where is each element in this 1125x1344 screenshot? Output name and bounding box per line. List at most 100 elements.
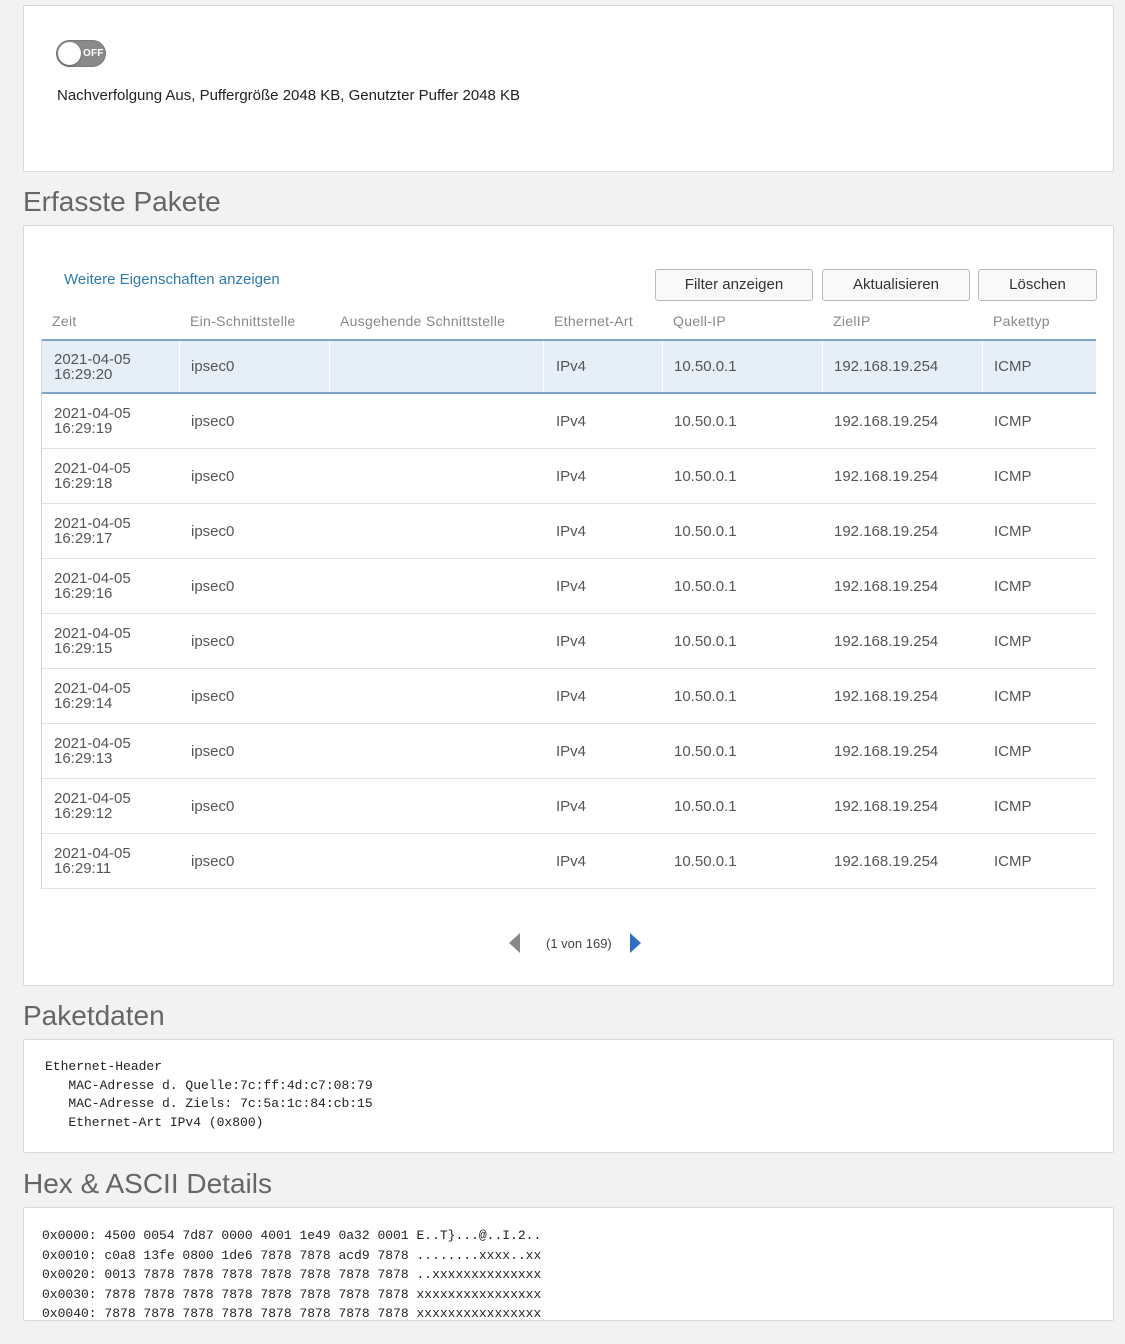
cell-ethernet-type: IPv4 [556,358,587,375]
column-separator [662,394,663,448]
column-separator [982,341,983,392]
column-header-packet-type[interactable]: Pakettyp [993,313,1050,329]
cell-ethernet-type: IPv4 [556,522,587,540]
table-row[interactable]: 2021-04-05 16:29:19 ipsec0 IPv4 10.50.0.1 192… [42,394,1096,449]
cell-time: 2021-04-05 16:29:15 [54,614,131,668]
trace-toggle[interactable]: OFF [56,40,106,67]
column-separator [662,669,663,723]
hex-line: 0x0020: 0013 7878 7878 7878 7878 7878 78… [42,1267,542,1283]
column-separator [543,394,544,448]
packet-data-line: MAC-Adresse d. Ziels: 7c:5a:1c:84:cb:15 [45,1096,373,1111]
refresh-button[interactable]: Aktualisieren [822,269,970,301]
column-separator [329,724,330,778]
column-separator [543,724,544,778]
column-separator [179,724,180,778]
column-separator [543,559,544,613]
column-separator [822,394,823,448]
hex-ascii-title: Hex & ASCII Details [23,1168,272,1199]
cell-packet-type: ICMP [994,467,1032,485]
page-indicator: (1 von 169) [546,935,612,951]
column-header-time[interactable]: Zeit [52,313,77,329]
table-header: Zeit Ein-Schnittstelle Ausgehende Schnit… [41,306,1096,339]
packet-data-text: Ethernet-Header MAC-Adresse d. Quelle:7c… [45,1058,373,1132]
cell-ethernet-type: IPv4 [556,412,587,430]
cell-clock: 16:29:20 [54,365,113,383]
cell-date: 2021-04-05 [54,790,131,807]
show-filter-button[interactable]: Filter anzeigen [655,269,813,301]
delete-button[interactable]: Löschen [978,269,1097,301]
cell-ethernet-type: IPv4 [556,852,587,870]
more-properties-link[interactable]: Weitere Eigenschaften anzeigen [64,271,280,288]
cell-ethernet-type: IPv4 [556,742,587,760]
next-page-icon[interactable] [629,933,641,953]
column-separator [662,724,663,778]
column-separator [982,504,983,558]
cell-time: 2021-04-05 16:29:12 [54,779,131,833]
hex-line: 0x0010: c0a8 13fe 0800 1de6 7878 7878 ac… [42,1247,542,1263]
packet-data-panel: Ethernet-Header MAC-Adresse d. Quelle:7c… [23,1039,1114,1153]
column-separator [982,834,983,888]
cell-packet-type: ICMP [994,687,1032,705]
cell-packet-type: ICMP [994,358,1032,375]
column-header-source-ip[interactable]: Quell-IP [673,313,726,329]
column-separator [179,559,180,613]
table-row[interactable]: 2021-04-05 16:29:17 ipsec0 IPv4 10.50.0.1 192… [42,504,1096,559]
table-row[interactable]: 2021-04-05 16:29:20 ipsec0 IPv4 10.50.0.1 192… [42,339,1096,394]
table-row[interactable]: 2021-04-05 16:29:15 ipsec0 IPv4 10.50.0.1 192… [42,614,1096,669]
cell-in-interface: ipsec0 [191,467,235,485]
cell-destination-ip: 192.168.19.254 [834,797,939,815]
cell-ethernet-type: IPv4 [556,797,587,815]
table-row[interactable]: 2021-04-05 16:29:11 ipsec0 IPv4 10.50.0.1 192… [42,834,1096,889]
column-separator [329,669,330,723]
cell-clock: 16:29:12 [54,805,113,822]
column-header-ethernet-type[interactable]: Ethernet-Art [554,313,633,329]
previous-page-icon[interactable] [509,933,520,953]
cell-date: 2021-04-05 [54,680,131,697]
column-separator [329,341,330,392]
packet-data-line: MAC-Adresse d. Quelle:7c:ff:4d:c7:08:79 [45,1077,373,1093]
cell-source-ip: 10.50.0.1 [674,412,737,430]
column-separator [179,394,180,448]
cell-source-ip: 10.50.0.1 [674,467,737,485]
packet-data-line: Ethernet-Header [45,1059,163,1074]
column-header-out-interface[interactable]: Ausgehende Schnittstelle [340,313,505,329]
table-row[interactable]: 2021-04-05 16:29:18 ipsec0 IPv4 10.50.0.1 192… [42,449,1096,504]
table-row[interactable]: 2021-04-05 16:29:12 ipsec0 IPv4 10.50.0.1 192… [42,779,1096,834]
column-separator [543,834,544,888]
table-row[interactable]: 2021-04-05 16:29:16 ipsec0 IPv4 10.50.0.1 192… [42,559,1096,614]
column-separator [982,559,983,613]
column-separator [662,504,663,558]
cell-date: 2021-04-05 [54,845,131,862]
column-header-destination-ip[interactable]: ZielIP [833,313,871,329]
table-row[interactable]: 2021-04-05 16:29:14 ipsec0 IPv4 10.50.0.1 192… [42,669,1096,724]
cell-clock: 16:29:15 [54,640,113,657]
column-separator [179,834,180,888]
cell-clock: 16:29:11 [54,860,112,877]
column-separator [329,779,330,833]
cell-destination-ip: 192.168.19.254 [834,412,939,430]
cell-in-interface: ipsec0 [191,632,235,650]
column-separator [179,449,180,503]
column-header-in-interface[interactable]: Ein-Schnittstelle [190,313,295,329]
cell-source-ip: 10.50.0.1 [674,742,737,760]
column-separator [662,779,663,833]
packets-table-body: 2021-04-05 16:29:20 ipsec0 IPv4 10.50.0.1 192… [41,339,1096,889]
column-separator [543,449,544,503]
table-row[interactable]: 2021-04-05 16:29:13 ipsec0 IPv4 10.50.0.1 192… [42,724,1096,779]
column-separator [179,669,180,723]
cell-time: 2021-04-05 16:29:20 [54,341,131,392]
column-separator [179,341,180,392]
cell-destination-ip: 192.168.19.254 [834,632,939,650]
cell-date: 2021-04-05 [54,625,131,642]
cell-destination-ip: 192.168.19.254 [834,358,939,375]
cell-in-interface: ipsec0 [191,852,235,870]
column-separator [662,341,663,392]
cell-date: 2021-04-05 [54,460,131,477]
hex-ascii-panel: 0x0000: 4500 0054 7d87 0000 4001 1e49 0a… [23,1207,1114,1321]
trace-status-text: Nachverfolgung Aus, Puffergröße 2048 KB,… [57,87,521,104]
column-separator [822,449,823,503]
column-separator [822,614,823,668]
cell-clock: 16:29:19 [54,420,113,437]
column-separator [822,724,823,778]
toggle-knob [58,42,81,65]
